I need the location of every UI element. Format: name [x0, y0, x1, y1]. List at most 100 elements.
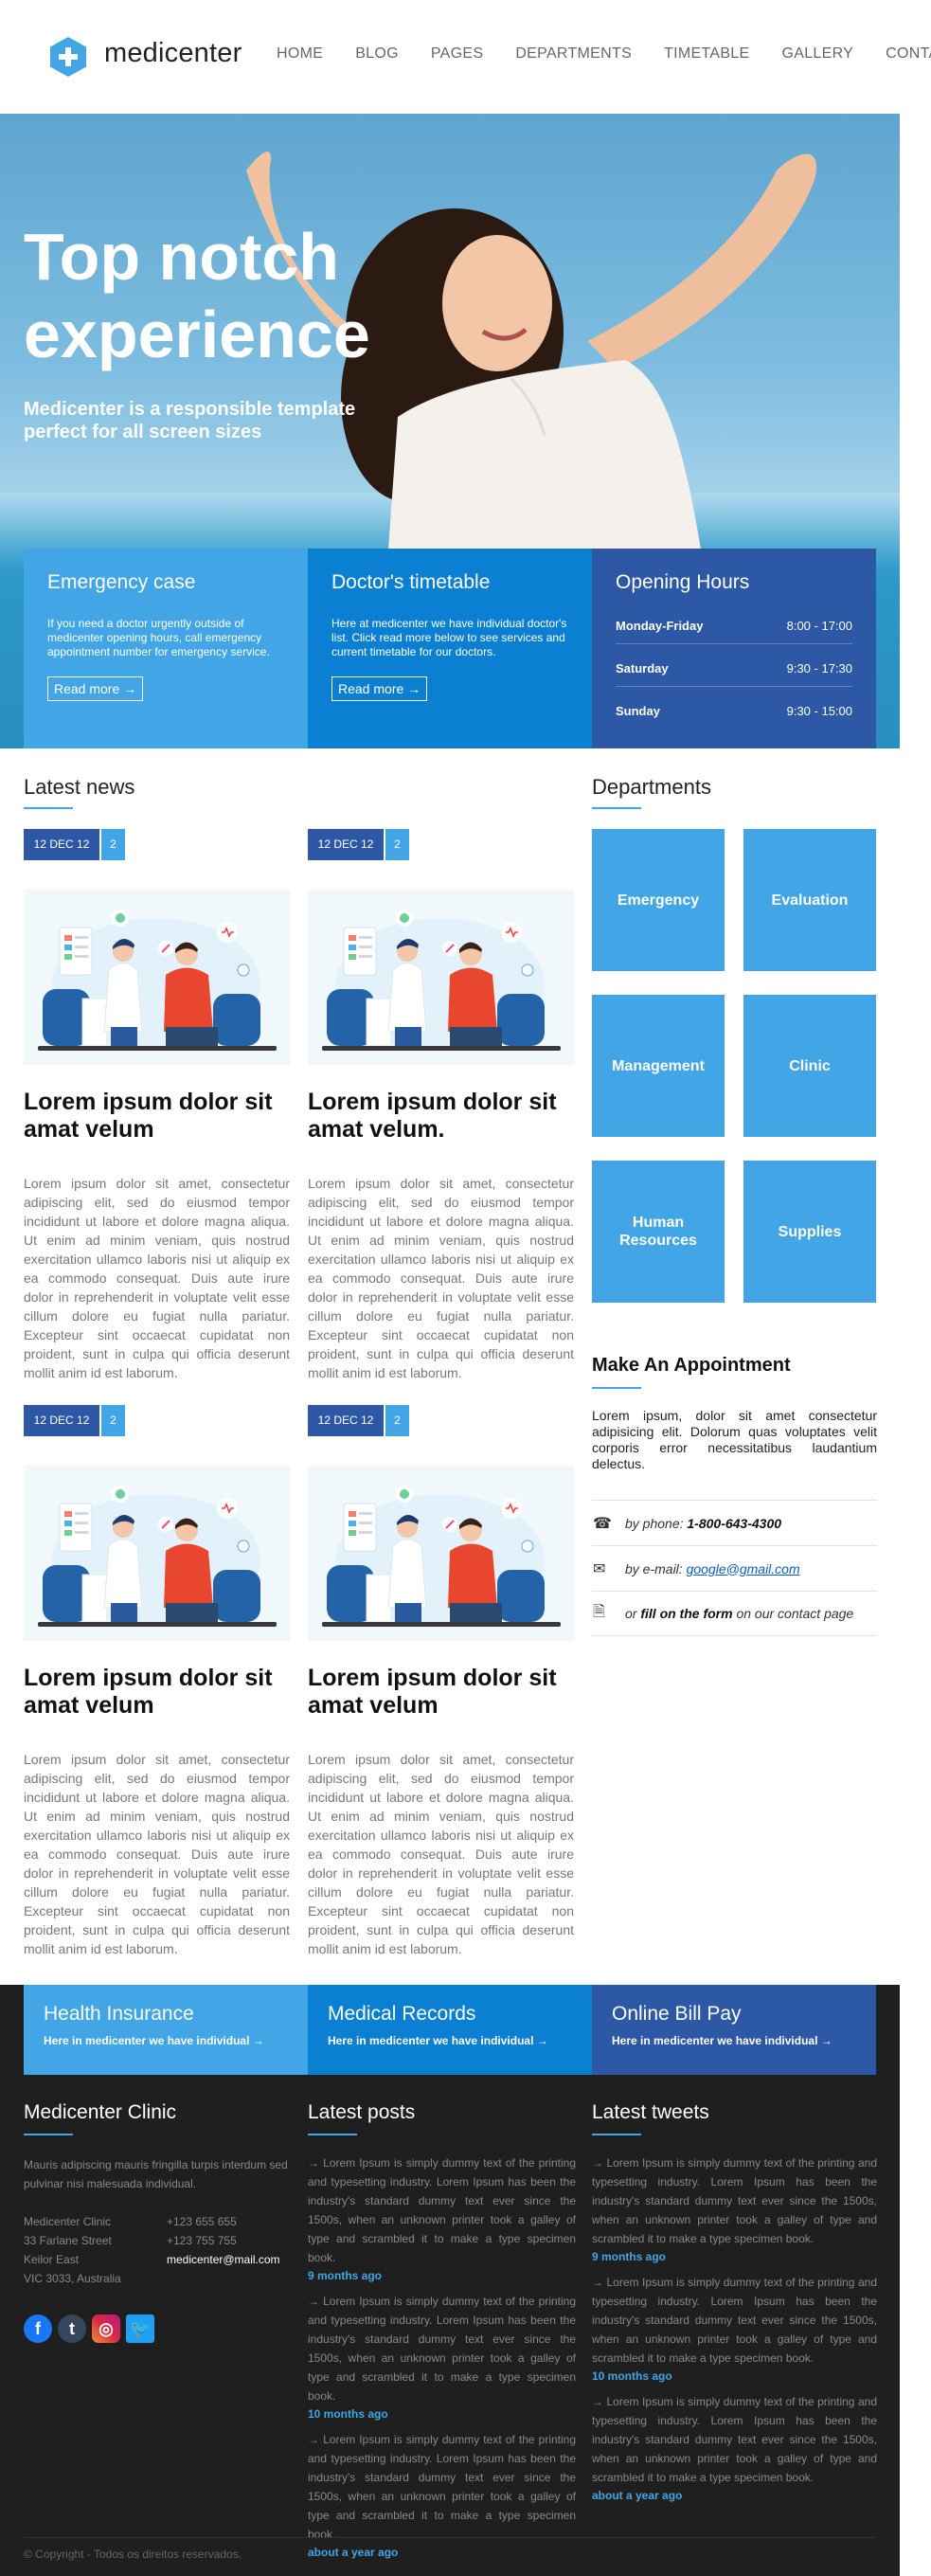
phone-prefix: by phone:	[625, 1515, 684, 1531]
emergency-read-more-button[interactable]: Read more →	[47, 676, 144, 701]
footer-phone: +123 655 655	[167, 2215, 237, 2228]
date-badge: 12 DEC 12	[24, 1405, 99, 1436]
hours-row: Monday-Friday 8:00 - 17:00	[616, 607, 852, 644]
hours-row: Saturday 9:30 - 17:30	[616, 644, 852, 687]
cta-health-insurance[interactable]: Health Insurance Here in medicenter we h…	[24, 1985, 308, 2075]
post-item[interactable]: → Lorem Ipsum is simply dummy text of th…	[308, 2153, 576, 2284]
department-clinic[interactable]: Clinic	[743, 995, 876, 1137]
nav-timetable[interactable]: TIMETABLE	[664, 45, 749, 63]
email-link[interactable]: google@gmail.com	[687, 1561, 800, 1576]
news-title[interactable]: Lorem ipsum dolor sit amat velum.	[308, 1089, 574, 1144]
timetable-read-more-button[interactable]: Read more →	[331, 676, 428, 701]
post-text: → Lorem Ipsum is simply dummy text of th…	[308, 2295, 576, 2403]
hours-time: 8:00 - 17:00	[786, 619, 852, 633]
news-image[interactable]	[308, 890, 574, 1065]
main-nav: HOME BLOG PAGES DEPARTMENTS TIMETABLE GA…	[277, 45, 931, 63]
department-management[interactable]: Management	[592, 995, 725, 1137]
footer-email[interactable]: medicenter@mail.com	[167, 2250, 299, 2269]
tumblr-icon[interactable]: t	[58, 2315, 86, 2343]
comments-badge[interactable]: 2	[385, 829, 409, 860]
department-human-resources[interactable]: Human Resources	[592, 1161, 725, 1303]
tweet-text: → Lorem Ipsum is simply dummy text of th…	[592, 2156, 877, 2245]
nav-pages[interactable]: PAGES	[431, 45, 483, 63]
address-line: VIC 3033, Australia	[24, 2272, 121, 2285]
section-underline	[592, 2134, 641, 2135]
post-age: about a year ago	[308, 2546, 399, 2559]
contact-form-link[interactable]: fill on the form	[640, 1606, 732, 1621]
nav-gallery[interactable]: GALLERY	[781, 45, 853, 63]
footer-contacts: +123 655 655 +123 755 755 medicenter@mai…	[167, 2212, 299, 2269]
hours-day: Sunday	[616, 704, 660, 718]
date-badge: 12 DEC 12	[308, 829, 384, 860]
emergency-title: Emergency case	[47, 571, 196, 593]
address-line: Keilor East	[24, 2253, 80, 2266]
post-text: → Lorem Ipsum is simply dummy text of th…	[308, 2433, 576, 2541]
timetable-box: Doctor's timetable Here at medicenter we…	[308, 549, 592, 748]
date-badge: 12 DEC 12	[308, 1405, 384, 1436]
hours-row: Sunday 9:30 - 15:00	[616, 687, 852, 729]
contact-email-row: ✉ by e-mail: google@gmail.com	[592, 1545, 877, 1591]
tweet-item[interactable]: → Lorem Ipsum is simply dummy text of th…	[592, 2273, 877, 2385]
news-title[interactable]: Lorem ipsum dolor sit amat velum	[24, 1089, 290, 1144]
hours-day: Monday-Friday	[616, 619, 704, 633]
news-title[interactable]: Lorem ipsum dolor sit amat velum	[24, 1665, 290, 1720]
cta-online-bill-pay[interactable]: Online Bill Pay Here in medicenter we ha…	[592, 1985, 876, 2075]
cta-title: Online Bill Pay	[612, 2003, 742, 2025]
contact-form-row: 🗎 or fill on the form on our contact pag…	[592, 1591, 877, 1636]
department-evaluation[interactable]: Evaluation	[743, 829, 876, 971]
footer-posts-title: Latest posts	[308, 2101, 416, 2123]
facebook-icon[interactable]: f	[24, 2315, 52, 2343]
footer-clinic-text: Mauris adipiscing mauris fringilla turpi…	[24, 2158, 288, 2190]
news-title[interactable]: Lorem ipsum dolor sit amat velum	[308, 1665, 574, 1720]
hours-time: 9:30 - 17:30	[786, 661, 852, 676]
nav-blog[interactable]: BLOG	[355, 45, 399, 63]
cta-link[interactable]: Here in medicenter we have individual →	[612, 2034, 856, 2047]
social-links: f t ◎ 🐦	[24, 2315, 160, 2343]
section-underline	[24, 807, 73, 809]
tweet-age: 9 months ago	[592, 2250, 667, 2263]
news-image[interactable]	[24, 1466, 290, 1641]
footer-tweets-title: Latest tweets	[592, 2101, 709, 2123]
latest-posts-list: → Lorem Ipsum is simply dummy text of th…	[308, 2153, 576, 2561]
twitter-icon[interactable]: 🐦	[126, 2315, 154, 2343]
tweet-item[interactable]: → Lorem Ipsum is simply dummy text of th…	[592, 2392, 877, 2504]
cta-title: Health Insurance	[44, 2003, 194, 2025]
footer-phone: +123 755 755	[167, 2234, 237, 2247]
doctor-patient-illustration	[308, 1466, 574, 1641]
comments-badge[interactable]: 2	[385, 1405, 409, 1436]
latest-tweets-list: → Lorem Ipsum is simply dummy text of th…	[592, 2153, 877, 2504]
copyright-text: © Copyright - Todos os direitos reservad…	[24, 2548, 242, 2561]
news-image[interactable]	[308, 1466, 574, 1641]
department-emergency[interactable]: Emergency	[592, 829, 725, 971]
cta-link[interactable]: Here in medicenter we have individual →	[44, 2034, 288, 2047]
logo-text[interactable]: medicenter	[104, 38, 242, 69]
tweet-item[interactable]: → Lorem Ipsum is simply dummy text of th…	[592, 2153, 877, 2265]
post-item[interactable]: → Lorem Ipsum is simply dummy text of th…	[308, 2430, 576, 2561]
opening-hours-title: Opening Hours	[616, 571, 750, 593]
cta-medical-records[interactable]: Medical Records Here in medicenter we ha…	[308, 1985, 592, 2075]
news-image[interactable]	[24, 890, 290, 1065]
site-header: medicenter HOME BLOG PAGES DEPARTMENTS T…	[0, 0, 931, 114]
date-badge: 12 DEC 12	[24, 829, 99, 860]
cta-title: Medical Records	[328, 2003, 476, 2025]
nav-departments[interactable]: DEPARTMENTS	[515, 45, 632, 63]
post-text: → Lorem Ipsum is simply dummy text of th…	[308, 2156, 576, 2264]
department-supplies[interactable]: Supplies	[743, 1161, 876, 1303]
emergency-text: If you need a doctor urgently outside of…	[47, 617, 270, 658]
instagram-icon[interactable]: ◎	[92, 2315, 120, 2343]
hours-day: Saturday	[616, 661, 669, 676]
tweet-text: → Lorem Ipsum is simply dummy text of th…	[592, 2276, 877, 2365]
nav-contact[interactable]: CONTACT	[886, 45, 931, 63]
logo-icon[interactable]	[48, 36, 88, 78]
section-underline	[308, 2134, 357, 2135]
footer-divider	[24, 2537, 876, 2538]
address-line: 33 Farlane Street	[24, 2234, 112, 2247]
cta-link[interactable]: Here in medicenter we have individual →	[328, 2034, 572, 2047]
nav-home[interactable]: HOME	[277, 45, 323, 63]
post-item[interactable]: → Lorem Ipsum is simply dummy text of th…	[308, 2292, 576, 2423]
phone-number[interactable]: 1-800-643-4300	[687, 1516, 781, 1531]
timetable-title: Doctor's timetable	[331, 571, 491, 593]
appointment-text: Lorem ipsum, dolor sit amet consectetur …	[592, 1408, 877, 1471]
comments-badge[interactable]: 2	[101, 1405, 125, 1436]
comments-badge[interactable]: 2	[101, 829, 125, 860]
